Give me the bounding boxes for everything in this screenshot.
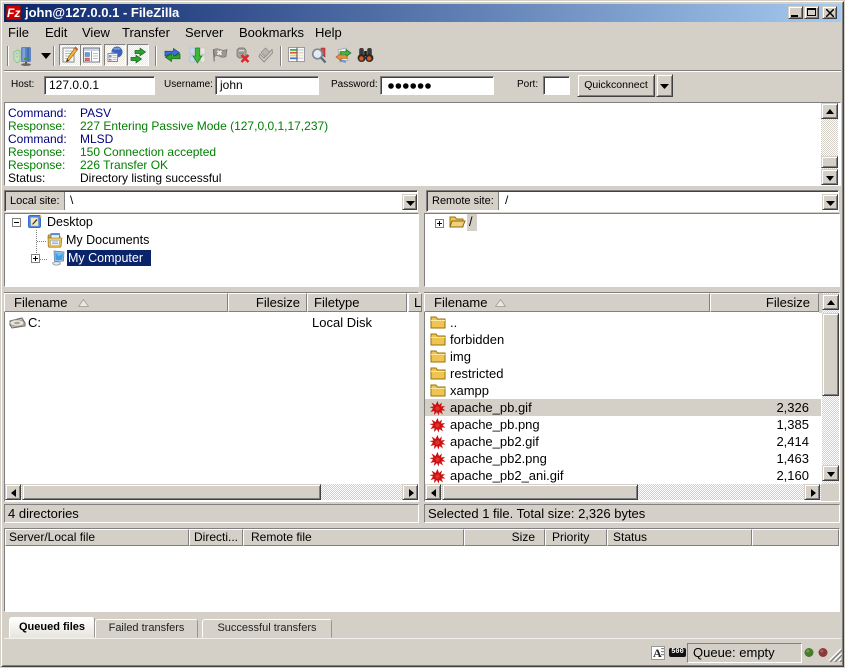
svg-text:A: A <box>653 646 662 660</box>
